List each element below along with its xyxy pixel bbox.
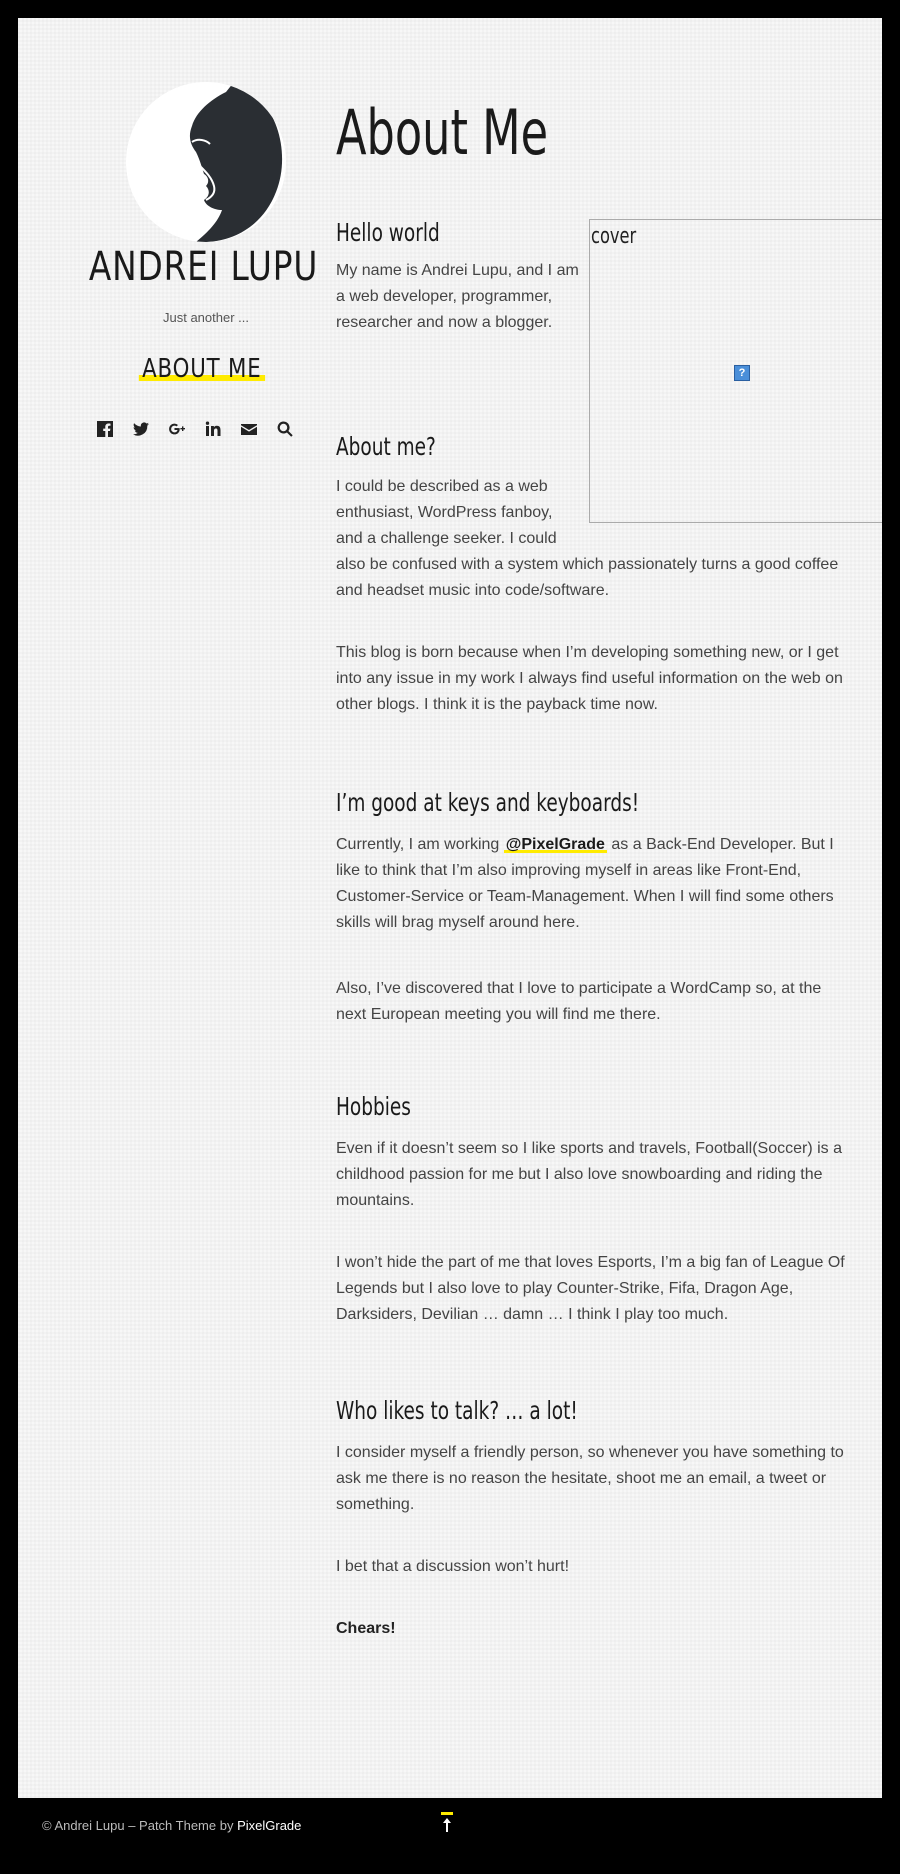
cover-alt-text: cover	[591, 224, 637, 249]
footer: © Andrei Lupu – Patch Theme by PixelGrad…	[0, 1798, 900, 1874]
profile-silhouette-logo	[126, 82, 286, 242]
broken-image-icon: ?	[734, 365, 750, 381]
page-canvas: ANDREI LUPU Just another ... ABOUT ME Ab…	[18, 18, 882, 1798]
facebook-icon[interactable]	[94, 418, 116, 440]
signoff: Chears!	[336, 1616, 846, 1642]
paragraph: Currently, I am working @PixelGrade as a…	[336, 832, 846, 936]
footer-credits: © Andrei Lupu – Patch Theme by PixelGrad…	[42, 1818, 301, 1833]
paragraph: also be confused with a system which pas…	[336, 556, 839, 599]
sidebar: ANDREI LUPU Just another ... ABOUT ME	[18, 18, 318, 1798]
section-heading: Who likes to talk? … a lot!	[336, 1396, 578, 1425]
signoff-text: Chears!	[336, 1620, 396, 1637]
section-heading: Hello world	[336, 218, 440, 247]
section-heading: I’m good at keys and keyboards!	[336, 788, 640, 817]
nav-item-about-me[interactable]: ABOUT ME	[138, 354, 265, 384]
paragraph: I won’t hide the part of me that loves E…	[336, 1254, 845, 1323]
paragraph: I could be described as a web enthusiast…	[336, 478, 557, 547]
google-plus-icon[interactable]	[166, 418, 188, 440]
nav-menu: ABOUT ME	[18, 354, 386, 384]
accent-bar	[441, 1812, 453, 1815]
email-icon[interactable]	[238, 418, 260, 440]
paragraph: I consider myself a friendly person, so …	[336, 1444, 844, 1513]
footer-copyright: © Andrei Lupu – Patch Theme by	[42, 1818, 238, 1833]
pixelgrade-link[interactable]: @PixelGrade	[503, 836, 607, 853]
back-to-top-button[interactable]	[441, 1812, 453, 1836]
cover-image-broken: cover ?	[589, 219, 882, 523]
site-title[interactable]: ANDREI LUPU	[52, 244, 355, 290]
paragraph: This blog is born because when I’m devel…	[336, 644, 843, 713]
paragraph-text: Currently, I am working	[336, 836, 504, 853]
paragraph: Also, I’ve discovered that I love to par…	[336, 980, 822, 1023]
paragraph: I bet that a discussion won’t hurt!	[336, 1558, 570, 1575]
twitter-icon[interactable]	[130, 418, 152, 440]
page-title: About Me	[336, 96, 549, 169]
paragraph: Even if it doesn’t seem so I like sports…	[336, 1140, 842, 1209]
linkedin-icon[interactable]	[202, 418, 224, 440]
section-heading: About me?	[336, 432, 436, 461]
search-icon[interactable]	[274, 418, 296, 440]
footer-pixelgrade-link[interactable]: PixelGrade	[237, 1818, 301, 1833]
site-logo[interactable]	[126, 82, 286, 242]
arrow-up-icon	[443, 1818, 451, 1832]
social-links	[94, 418, 296, 440]
paragraph: My name is Andrei Lupu, and I am a web d…	[336, 262, 579, 331]
section-heading: Hobbies	[336, 1092, 411, 1121]
